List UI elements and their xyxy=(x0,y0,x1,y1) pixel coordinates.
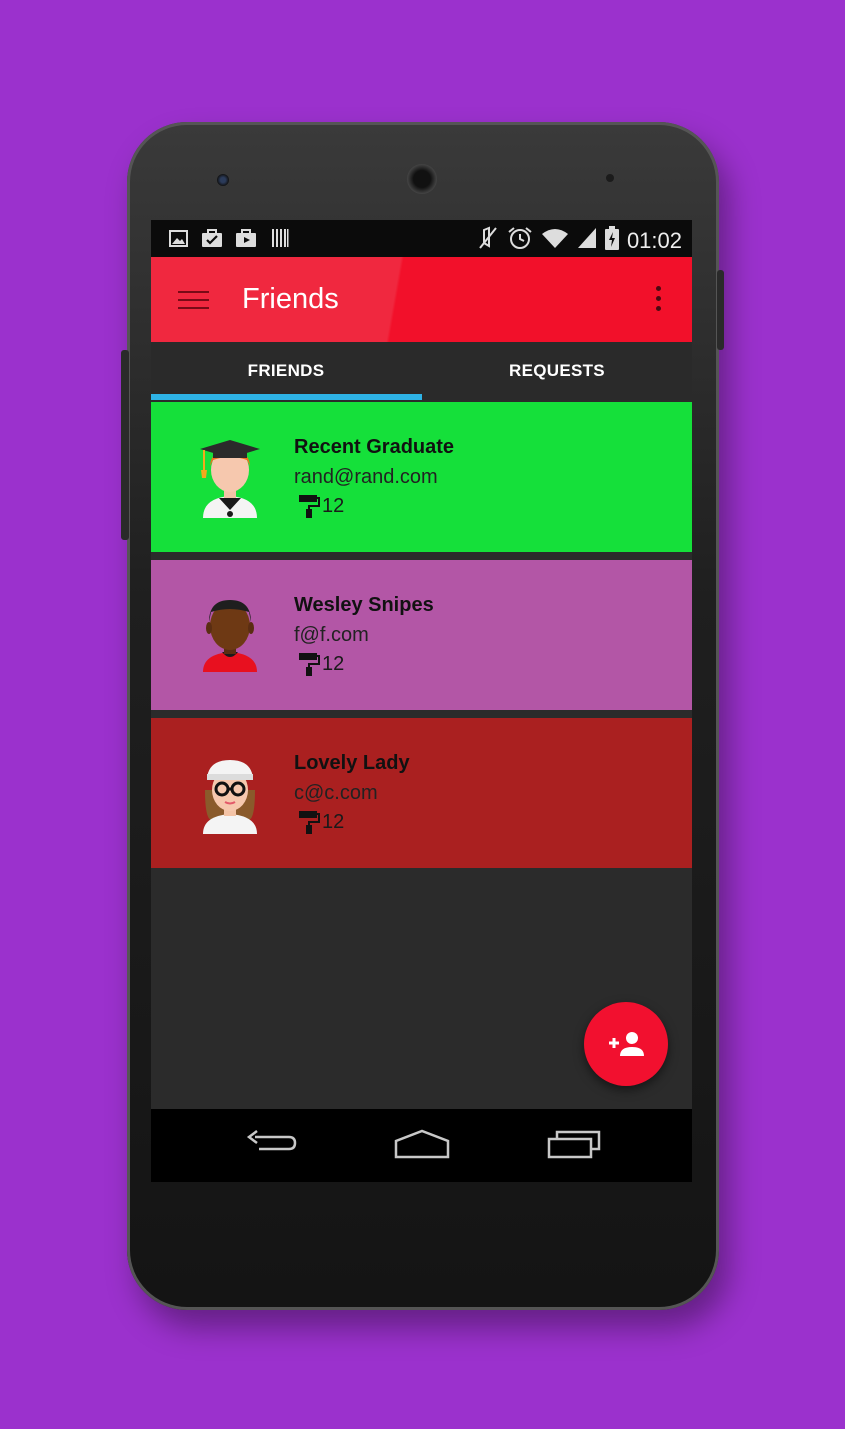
friend-card-wesley-snipes[interactable]: Wesley Snipes f@f.com 12 xyxy=(151,560,692,710)
paint-roller-icon xyxy=(299,653,320,676)
paint-roller-icon xyxy=(299,495,320,518)
briefcase-check-icon xyxy=(201,228,223,248)
friend-name: Wesley Snipes xyxy=(294,594,434,616)
back-icon[interactable] xyxy=(245,1129,297,1164)
friend-name: Lovely Lady xyxy=(294,752,410,774)
page-title: Friends xyxy=(242,283,339,315)
battery-charging-icon xyxy=(604,226,619,255)
tab-indicator xyxy=(151,394,422,400)
signal-icon xyxy=(577,227,597,254)
tab-requests[interactable]: REQUESTS xyxy=(422,342,692,400)
barcode-icon xyxy=(269,228,291,248)
briefcase-play-icon xyxy=(235,228,257,248)
speaker-grille xyxy=(407,164,437,194)
status-bar: 01:02 xyxy=(151,220,692,257)
friend-card-lovely-lady[interactable]: Lovely Lady c@c.com 12 xyxy=(151,718,692,868)
more-vert-icon[interactable] xyxy=(656,286,662,316)
tab-friends[interactable]: FRIENDS xyxy=(151,342,421,400)
mute-icon xyxy=(477,226,499,255)
add-person-icon xyxy=(609,1032,644,1056)
friend-count: 12 xyxy=(322,494,345,517)
wifi-icon xyxy=(541,227,569,254)
home-icon[interactable] xyxy=(393,1129,451,1166)
hamburger-menu-icon[interactable] xyxy=(178,291,209,309)
friend-email: f@f.com xyxy=(294,624,369,646)
friend-email: c@c.com xyxy=(294,782,378,804)
tab-bar: FRIENDS REQUESTS xyxy=(151,342,692,400)
power-button xyxy=(717,270,724,350)
volume-button xyxy=(121,350,129,540)
add-friend-fab[interactable] xyxy=(584,1002,668,1086)
app-bar: Friends xyxy=(151,257,692,342)
navigation-bar xyxy=(151,1109,692,1182)
friend-card-recent-graduate[interactable]: Recent Graduate rand@rand.com 12 xyxy=(151,402,692,552)
tab-label: REQUESTS xyxy=(509,361,605,380)
graduate-avatar xyxy=(189,432,271,518)
paint-roller-icon xyxy=(299,811,320,834)
man-avatar xyxy=(189,590,271,676)
friend-count: 12 xyxy=(322,652,345,675)
recents-icon[interactable] xyxy=(547,1129,601,1164)
proximity-sensor xyxy=(606,174,614,182)
clock: 01:02 xyxy=(626,227,682,253)
alarm-icon xyxy=(507,226,533,255)
front-camera xyxy=(217,174,229,186)
woman-avatar xyxy=(189,748,271,834)
tab-label: FRIENDS xyxy=(247,361,325,380)
friend-count: 12 xyxy=(322,810,345,833)
friend-email: rand@rand.com xyxy=(294,466,438,488)
image-icon xyxy=(167,228,189,248)
friend-name: Recent Graduate xyxy=(294,436,455,458)
screen: 01:02 Friends FRIENDS REQUESTS Recent Gr… xyxy=(151,220,692,1182)
